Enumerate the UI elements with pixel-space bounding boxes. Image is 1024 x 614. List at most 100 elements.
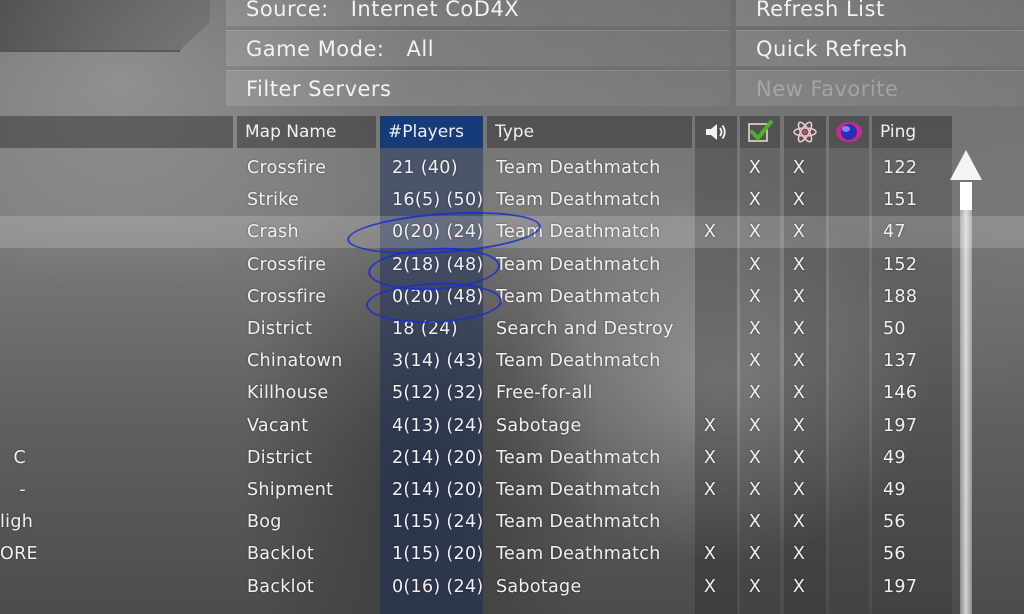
row-players: 2(14) (20) (392, 480, 484, 500)
row-type: Team Deathmatch (496, 480, 661, 500)
row-pure: X (748, 447, 762, 468)
row-hostname (0, 377, 26, 409)
header-map-name[interactable]: Map Name (237, 116, 376, 148)
row-type: Team Deathmatch (496, 286, 661, 307)
filter-servers-button[interactable]: Filter Servers (226, 70, 730, 106)
row-voice (695, 152, 725, 184)
row-map-name: Crossfire (247, 158, 327, 178)
row-punkbuster (829, 442, 859, 474)
row-punkbuster (829, 538, 859, 570)
row-mod: X (792, 480, 806, 500)
row-voice: X (703, 576, 717, 597)
header-players-label: #Players (388, 122, 465, 142)
row-ping: 137 (883, 351, 918, 372)
quick-refresh-button[interactable]: Quick Refresh (736, 30, 1024, 66)
row-hostname (0, 410, 26, 442)
header-ping-label: Ping (880, 122, 917, 142)
row-hostname (0, 216, 26, 248)
row-hostname (0, 571, 26, 603)
header-pure[interactable] (740, 116, 780, 148)
row-mod: X (792, 190, 806, 211)
row-voice: X (703, 222, 717, 243)
gamemode-selector[interactable]: Game Mode: All (226, 30, 730, 66)
row-punkbuster (829, 410, 859, 442)
header-map-name-label: Map Name (245, 122, 337, 142)
row-hostname (0, 281, 26, 313)
header-punkbuster[interactable] (829, 116, 869, 148)
row-voice: X (703, 480, 717, 500)
header-type[interactable]: Type (487, 116, 692, 148)
row-type: Team Deathmatch (496, 447, 661, 468)
row-map-name: Backlot (247, 576, 315, 597)
row-punkbuster (829, 216, 859, 248)
row-pure: X (748, 383, 762, 404)
checkmark-icon (748, 120, 773, 142)
row-type: Sabotage (496, 415, 582, 436)
row-pure: X (748, 222, 762, 243)
row-map-name: Chinatown (247, 351, 343, 372)
row-voice (695, 281, 725, 313)
row-mod: X (792, 447, 806, 468)
row-ping: 151 (883, 190, 918, 211)
row-map-name: Backlot (247, 544, 315, 565)
row-voice (695, 506, 725, 538)
row-pure: X (748, 190, 762, 211)
row-map-name: Bog (247, 512, 282, 533)
header-hostname[interactable] (0, 116, 233, 148)
source-value: Internet CoD4X (350, 0, 520, 21)
row-players: 0(16) (24) (392, 576, 484, 597)
row-mod: X (792, 576, 806, 597)
row-hostname: ORE (0, 544, 38, 565)
header-players[interactable]: #Players (380, 116, 483, 148)
row-mod: X (792, 222, 806, 243)
row-type: Search and Destroy (496, 319, 674, 339)
row-voice: X (703, 447, 717, 468)
refresh-list-label: Refresh List (756, 0, 885, 21)
header-mod[interactable] (784, 116, 826, 148)
row-hostname (0, 313, 26, 345)
row-players: 21 (40) (392, 158, 458, 178)
row-punkbuster (829, 249, 859, 281)
row-mod: X (792, 158, 806, 178)
row-players: 3(14) (43) (392, 351, 484, 372)
row-mod: X (792, 254, 806, 275)
row-players: 1(15) (24) (392, 512, 484, 533)
row-type: Team Deathmatch (496, 544, 661, 565)
row-players: 5(12) (32) (392, 383, 484, 404)
row-ping: 152 (883, 254, 918, 275)
row-pure: X (748, 286, 762, 307)
row-ping: 188 (883, 286, 918, 307)
row-mod: X (792, 286, 806, 307)
row-players: 4(13) (24) (392, 415, 484, 436)
row-ping: 56 (883, 544, 906, 565)
scroll-up-arrow-icon[interactable] (948, 148, 984, 182)
scrollbar-track[interactable] (960, 182, 972, 614)
row-pure: X (748, 319, 762, 339)
atom-icon (793, 121, 817, 143)
refresh-list-button[interactable]: Refresh List (736, 0, 1024, 26)
row-pure: X (748, 576, 762, 597)
row-punkbuster (829, 506, 859, 538)
gamemode-value: All (406, 37, 435, 61)
header-type-label: Type (495, 122, 535, 142)
header-ping[interactable]: Ping (872, 116, 952, 148)
scrollbar-thumb[interactable] (960, 182, 972, 210)
new-favorite-button[interactable]: New Favorite (736, 70, 1024, 106)
corner-decoration-line (0, 50, 180, 52)
corner-decoration (0, 0, 210, 50)
row-type: Team Deathmatch (496, 351, 661, 372)
globe-icon (836, 122, 862, 142)
new-favorite-label: New Favorite (756, 77, 899, 101)
row-map-name: Crossfire (247, 254, 327, 275)
row-mod: X (792, 512, 806, 533)
row-voice (695, 345, 725, 377)
row-players: 2(14) (20) (392, 447, 484, 468)
source-selector[interactable]: Source: Internet CoD4X (226, 0, 730, 26)
row-punkbuster (829, 184, 859, 216)
row-ping: 56 (883, 512, 906, 533)
row-punkbuster (829, 281, 859, 313)
row-ping: 49 (883, 447, 906, 468)
header-voice[interactable] (695, 116, 737, 148)
row-voice (695, 313, 725, 345)
row-mod: X (792, 544, 806, 565)
